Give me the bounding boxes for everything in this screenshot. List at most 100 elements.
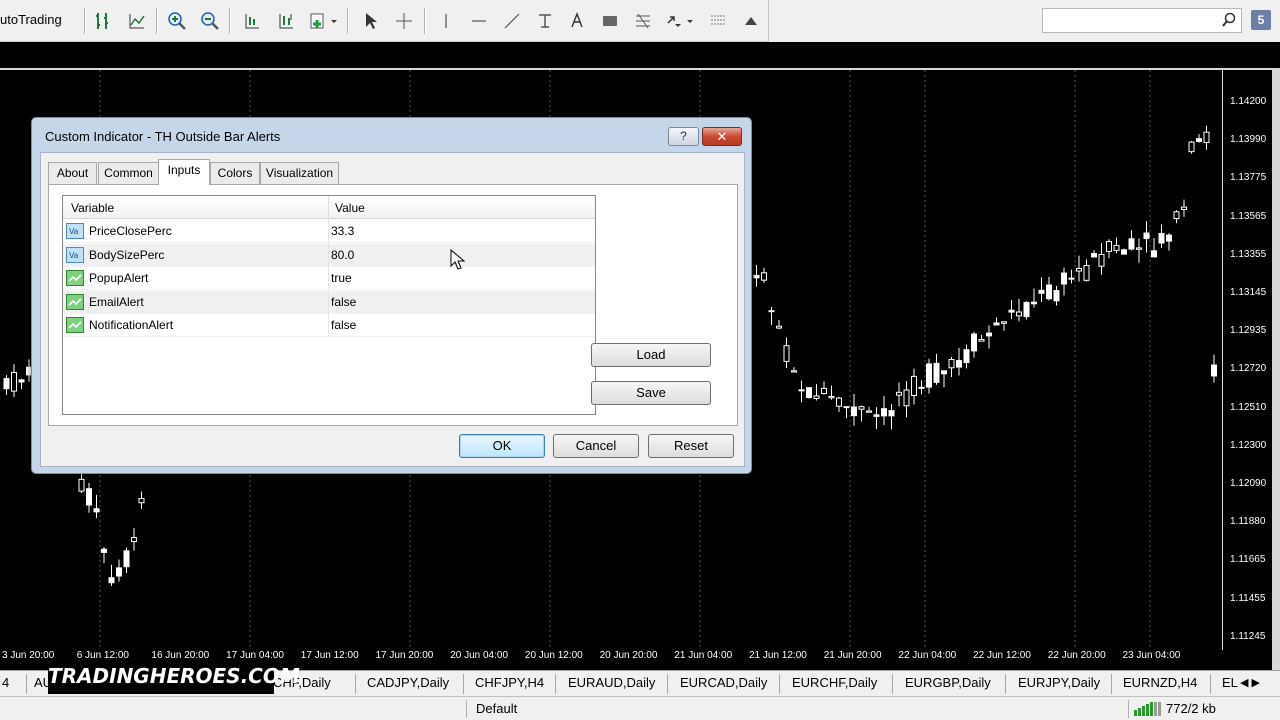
table-row[interactable]: EmailAlert false xyxy=(63,290,595,314)
cursor-tool-icon[interactable] xyxy=(358,9,382,33)
time-tick-label: 21 Jun 20:00 xyxy=(823,650,882,661)
collapse-toolbar-icon[interactable] xyxy=(739,9,763,33)
variable-name: NotificationAlert xyxy=(89,318,174,332)
bool-type-icon xyxy=(66,270,84,286)
toolbar-separator xyxy=(424,8,426,34)
symbol-tab[interactable]: EURCAD,Daily xyxy=(680,675,767,690)
chart-shift-icon[interactable] xyxy=(240,9,264,33)
table-row[interactable]: Va BodySizePerc 80.0 xyxy=(63,243,595,267)
price-tick-label: 1.12300 xyxy=(1230,439,1267,451)
tab-visualization[interactable]: Visualization xyxy=(260,162,339,184)
tab-about[interactable]: About xyxy=(48,162,97,184)
symbol-tab[interactable]: EURJPY,Daily xyxy=(1018,675,1100,690)
autotrading-button-label[interactable]: utoTrading xyxy=(0,12,62,27)
column-header-value[interactable]: Value xyxy=(335,201,365,215)
save-button[interactable]: Save xyxy=(591,381,711,405)
variable-value[interactable]: false xyxy=(331,295,356,309)
cancel-button[interactable]: Cancel xyxy=(553,434,639,458)
double-type-icon: Va xyxy=(66,246,84,263)
variable-value[interactable]: false xyxy=(331,318,356,332)
horizontal-line-icon[interactable] xyxy=(467,9,491,33)
price-tick-label: 1.11880 xyxy=(1230,516,1266,528)
cell-divider xyxy=(328,314,329,337)
variable-name: PriceClosePerc xyxy=(89,224,172,238)
toolbar-separator xyxy=(229,8,231,34)
vertical-line-icon[interactable] xyxy=(434,9,458,33)
ok-button[interactable]: OK xyxy=(459,434,545,458)
price-tick-label: 1.11245 xyxy=(1230,630,1266,642)
symbol-tab[interactable]: EURCHF,Daily xyxy=(792,675,877,690)
price-tick-label: 1.12935 xyxy=(1230,325,1267,337)
search-icon[interactable] xyxy=(1221,12,1237,28)
price-tick-label: 1.12720 xyxy=(1230,363,1267,375)
close-button[interactable]: ✕ xyxy=(702,127,742,146)
time-tick-label: 21 Jun 12:00 xyxy=(749,650,807,661)
symbol-tab[interactable]: CADJPY,Daily xyxy=(367,675,449,690)
variable-value[interactable]: 80.0 xyxy=(331,248,354,262)
line-chart-icon[interactable] xyxy=(125,9,149,33)
tab-separator xyxy=(667,674,668,694)
tab-separator xyxy=(1005,674,1006,694)
column-header-variable[interactable]: Variable xyxy=(71,201,114,215)
bar-chart-icon[interactable] xyxy=(91,9,115,33)
price-tick-label: 1.14200 xyxy=(1230,96,1267,107)
double-type-icon: Va xyxy=(66,223,84,239)
tab-inputs[interactable]: Inputs xyxy=(158,159,210,185)
connection-bars-icon xyxy=(1134,702,1161,716)
status-separator xyxy=(466,700,467,718)
symbol-tab[interactable]: EURNZD,H4 xyxy=(1123,675,1197,690)
watermark-logo: TRADINGHEROES.COM xyxy=(48,658,300,694)
tab-separator xyxy=(779,674,780,694)
time-tick-label: 20 Jun 04:00 xyxy=(450,650,509,661)
text-tool-icon[interactable] xyxy=(565,9,589,33)
text-label-icon[interactable] xyxy=(598,9,622,33)
table-row[interactable]: PopupAlert true xyxy=(63,267,595,290)
tab-common[interactable]: Common xyxy=(98,162,159,184)
periods-grid-icon[interactable] xyxy=(706,9,730,33)
symbol-tab[interactable]: CHFJPY,H4 xyxy=(475,675,544,690)
time-tick-label: 21 Jun 04:00 xyxy=(674,650,733,661)
arrows-icon[interactable] xyxy=(664,9,696,33)
crosshair-icon[interactable] xyxy=(392,9,416,33)
variable-name: BodySizePerc xyxy=(89,247,165,262)
price-tick-label: 1.13990 xyxy=(1230,134,1267,146)
variable-value[interactable]: true xyxy=(331,271,352,285)
tab-colors[interactable]: Colors xyxy=(210,162,260,184)
status-traffic: 772/2 kb xyxy=(1166,701,1216,716)
time-tick-label: 20 Jun 12:00 xyxy=(524,650,583,661)
toolbar-separator xyxy=(347,8,349,34)
tab-scroll-arrows[interactable]: ◀ ▶ xyxy=(1240,676,1260,689)
status-profile: Default xyxy=(476,701,518,716)
load-button[interactable]: Load xyxy=(591,343,711,367)
price-tick-label: 1.13355 xyxy=(1230,248,1267,260)
channel-icon[interactable] xyxy=(533,9,557,33)
search-input[interactable] xyxy=(1042,8,1242,33)
help-button[interactable]: ? xyxy=(668,127,699,146)
symbol-tab[interactable]: 4 xyxy=(2,675,9,690)
symbol-tab[interactable]: EURAUD,Daily xyxy=(568,675,655,690)
chart-right-border xyxy=(1272,70,1280,670)
symbol-tab[interactable]: EL xyxy=(1222,675,1238,690)
table-row[interactable]: NotificationAlert false xyxy=(63,314,595,337)
fibonacci-icon[interactable] xyxy=(631,9,655,33)
bool-type-icon xyxy=(66,293,84,310)
tab-separator xyxy=(892,674,893,694)
reset-button[interactable]: Reset xyxy=(648,434,734,458)
zoom-out-icon[interactable] xyxy=(198,9,222,33)
column-divider[interactable] xyxy=(328,196,329,219)
symbol-tab[interactable]: EURGBP,Daily xyxy=(905,675,991,690)
zoom-in-icon[interactable] xyxy=(165,9,189,33)
main-toolbar: utoTrading 5 xyxy=(0,0,1280,42)
tab-separator xyxy=(1111,674,1112,694)
mouse-pointer-icon xyxy=(450,249,466,270)
tab-separator xyxy=(26,674,27,694)
community-icon[interactable]: 5 xyxy=(1251,10,1271,30)
indicators-icon[interactable] xyxy=(308,9,338,33)
trendline-icon[interactable] xyxy=(500,9,524,33)
table-row[interactable]: Va PriceClosePerc 33.3 xyxy=(63,220,595,243)
bool-type-icon xyxy=(66,317,84,333)
variable-value[interactable]: 33.3 xyxy=(331,224,354,238)
autoscroll-icon[interactable] xyxy=(274,9,298,33)
grid-header: Variable Value xyxy=(63,196,595,219)
dialog-title: Custom Indicator - TH Outside Bar Alerts xyxy=(45,129,281,144)
